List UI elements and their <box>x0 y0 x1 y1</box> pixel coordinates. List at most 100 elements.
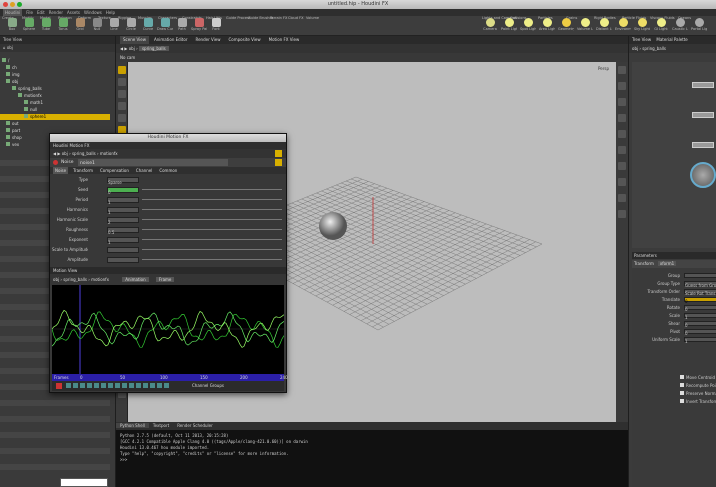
motion-timeline[interactable]: Frames 0 50 100 150 200 240 <box>52 374 288 381</box>
motion-mode-select[interactable]: Animation <box>122 277 149 282</box>
shelf-tool[interactable]: Grid <box>72 18 88 35</box>
tree-path-label[interactable]: obj <box>7 45 13 50</box>
parm-field[interactable]: Sparse <box>107 177 139 185</box>
key-icon[interactable] <box>136 383 141 388</box>
parm-slider[interactable] <box>142 249 282 250</box>
parm-field[interactable]: 1 <box>107 207 139 215</box>
display-option-icon[interactable] <box>618 98 626 106</box>
parm-field[interactable]: 1 <box>684 313 716 320</box>
menu-item[interactable]: Houdini <box>3 9 23 16</box>
checkbox-icon[interactable] <box>680 375 684 379</box>
viewport-path[interactable]: obj <box>129 46 135 51</box>
viewport-tool-icon[interactable] <box>118 114 126 122</box>
pin-icon[interactable] <box>275 150 282 157</box>
network-node-box[interactable] <box>692 112 714 118</box>
parm-field[interactable]: 1 <box>684 337 716 344</box>
network-node-sphere-icon[interactable] <box>690 162 716 188</box>
shelf-light-tool[interactable]: GI Light <box>653 18 669 35</box>
key-icon[interactable] <box>157 383 162 388</box>
dialog-tab-label[interactable]: Houdini Motion FX <box>53 143 89 148</box>
key-icon[interactable] <box>164 383 169 388</box>
shelf-tool[interactable]: Null <box>89 18 105 35</box>
parm-field[interactable] <box>107 257 139 263</box>
zoom-window-icon[interactable] <box>17 2 22 7</box>
motion-curve-plot[interactable] <box>51 285 285 374</box>
viewport-tool-icon[interactable] <box>118 90 126 98</box>
parm-slider[interactable] <box>142 209 282 210</box>
shelf-light-tool[interactable]: Spot Light <box>520 18 536 35</box>
display-option-icon[interactable] <box>618 82 626 90</box>
gear-icon[interactable] <box>275 159 282 166</box>
key-icon[interactable] <box>143 383 148 388</box>
shelf-tab[interactable]: Terrain FX <box>270 16 287 21</box>
checkbox-row[interactable]: Preserve Normal Length <box>680 390 716 397</box>
tree-item[interactable]: ch <box>0 65 110 71</box>
shelf-tab[interactable]: Cloud FX <box>288 16 304 21</box>
shelf-light-tool[interactable]: Area Light <box>539 18 555 35</box>
parm-field[interactable]: Scale Rot Trans <box>684 289 716 296</box>
key-icon[interactable] <box>87 383 92 388</box>
shelf-tool[interactable]: Sphere <box>21 18 37 35</box>
console-tab[interactable]: Python Shell <box>116 423 149 428</box>
tree-item[interactable]: obj <box>0 79 110 85</box>
parm-slider[interactable] <box>142 229 282 230</box>
menu-item[interactable]: Edit <box>37 9 45 16</box>
viewport-tool-icon[interactable] <box>118 102 126 110</box>
parm-field[interactable] <box>684 273 716 278</box>
tree-pane-tab-label[interactable]: Tree View <box>3 37 22 42</box>
shelf-tool[interactable]: Font <box>208 18 224 35</box>
minimize-window-icon[interactable] <box>10 2 15 7</box>
tree-item[interactable]: out <box>0 121 110 127</box>
tree-item[interactable]: math1 <box>0 100 110 106</box>
checkbox-row[interactable]: Recompute Point Normals <box>680 382 716 389</box>
key-icon[interactable] <box>101 383 106 388</box>
parm-slider[interactable] <box>142 199 282 200</box>
display-option-icon[interactable] <box>618 146 626 154</box>
shelf-light-tool[interactable]: Distant Light <box>596 18 612 35</box>
back-arrow-icon[interactable]: ◀ ▶ <box>120 46 129 51</box>
parm-field[interactable]: 0 <box>684 321 716 328</box>
tree-item[interactable]: img <box>0 72 110 78</box>
key-icon[interactable] <box>129 383 134 388</box>
tab-material-palette[interactable]: Material Palette <box>656 37 687 42</box>
tab-tree-view[interactable]: Tree View <box>632 37 651 42</box>
shelf-tab[interactable]: Guide Process <box>226 16 251 21</box>
viewport-node[interactable]: spring_balls <box>138 46 169 51</box>
viewport-tab[interactable]: Animation Editor <box>151 36 191 44</box>
viewport-tab[interactable]: Render View <box>192 36 223 44</box>
shelf-light-tool[interactable]: Volume Light <box>577 18 593 35</box>
key-icon[interactable] <box>80 383 85 388</box>
parm-slider[interactable] <box>142 239 282 240</box>
checkbox-icon[interactable] <box>680 391 684 395</box>
parm-slider[interactable] <box>142 259 282 260</box>
dialog-sub[interactable]: motionfx <box>100 151 118 156</box>
parm-field[interactable]: Guess from Group <box>684 281 716 288</box>
shelf-tool[interactable]: Tube <box>38 18 54 35</box>
shelf-tab[interactable]: Volume <box>306 16 319 21</box>
motion-view-tab[interactable]: Motion View <box>50 267 286 274</box>
shelf-tool[interactable]: Path <box>174 18 190 35</box>
python-shell-pane[interactable]: Python 2.7.5 (default, Oct 11 2013, 20:1… <box>116 422 628 487</box>
op-name-field[interactable]: xform1 <box>657 261 677 266</box>
record-icon[interactable] <box>56 383 62 389</box>
view-mode-label[interactable]: No cam <box>120 55 135 60</box>
display-option-icon[interactable] <box>618 194 626 202</box>
key-icon[interactable] <box>122 383 127 388</box>
dialog-path[interactable]: obj <box>62 151 68 156</box>
display-option-icon[interactable] <box>618 210 626 218</box>
display-option-icon[interactable] <box>618 178 626 186</box>
shelf-tool[interactable]: Spray Paint <box>191 18 207 35</box>
parm-field[interactable]: 1 <box>107 197 139 205</box>
shelf-tool[interactable]: Box <box>4 18 20 35</box>
checkbox-icon[interactable] <box>680 383 684 387</box>
key-icon[interactable] <box>94 383 99 388</box>
shelf-light-tool[interactable]: Portal Light <box>691 18 707 35</box>
parm-field[interactable]: 0.5 <box>107 227 139 235</box>
viewport-tab[interactable]: Motion FX View <box>266 36 303 44</box>
network-editor[interactable] <box>632 62 716 248</box>
network-node-box[interactable] <box>692 82 714 88</box>
viewport-tool-icon[interactable] <box>118 66 126 74</box>
network-node[interactable]: spring_balls <box>642 46 666 51</box>
checkbox-icon[interactable] <box>680 399 684 403</box>
parm-field[interactable]: 1 <box>107 237 139 245</box>
